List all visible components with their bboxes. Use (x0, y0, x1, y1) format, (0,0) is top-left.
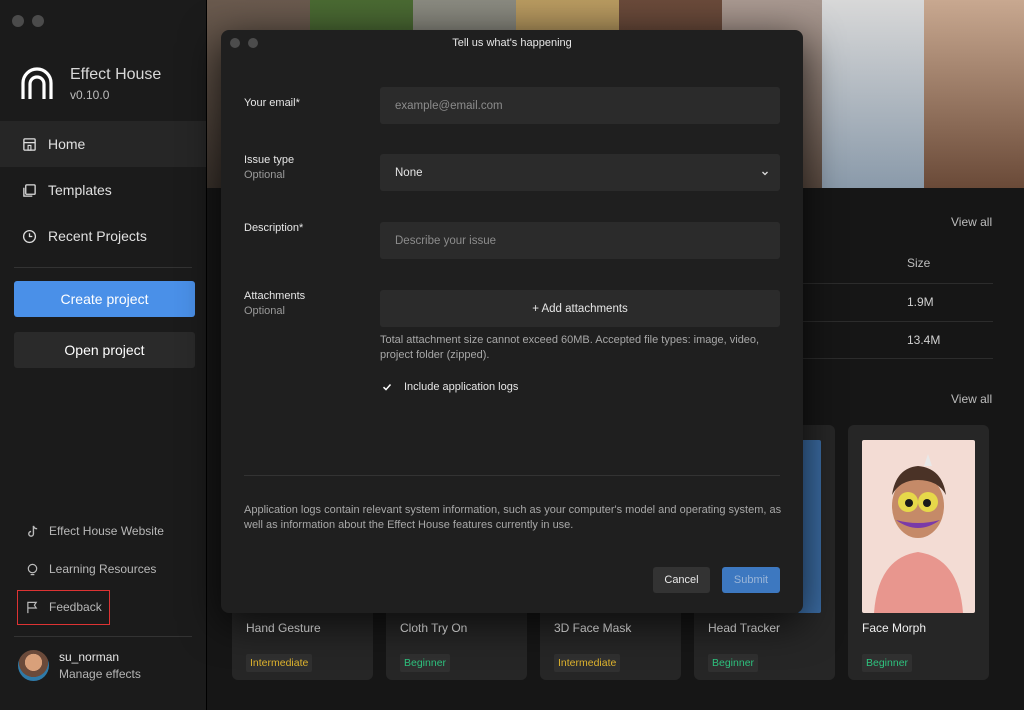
email-field[interactable]: example@email.com (380, 87, 780, 124)
view-all-link[interactable]: View all (951, 392, 992, 406)
template-title: 3D Face Mask (554, 621, 632, 635)
optional-text: Optional (244, 305, 285, 317)
user-profile[interactable]: su_norman Manage effects (18, 650, 141, 681)
template-title: Cloth Try On (400, 621, 468, 635)
row-divider (797, 358, 993, 359)
checkmark-icon[interactable] (380, 380, 394, 394)
issue-type-label-text: Issue type (244, 154, 295, 166)
optional-text: Optional (244, 169, 285, 181)
attachment-hint: Total attachment size cannot exceed 60MB… (380, 334, 760, 361)
link-label: Effect House Website (49, 524, 164, 538)
file-size: 13.4M (907, 333, 941, 347)
brand: Effect House v0.10.0 (20, 66, 161, 102)
avatar (18, 650, 49, 681)
banner-image (924, 0, 1024, 188)
difficulty-badge: Intermediate (554, 654, 621, 672)
difficulty-badge: Beginner (708, 654, 759, 672)
open-project-button[interactable]: Open project (14, 332, 195, 368)
sidebar-item-label: Templates (48, 182, 112, 198)
create-project-button[interactable]: Create project (14, 281, 195, 317)
effect-house-website-link[interactable]: Effect House Website (26, 524, 164, 538)
logs-info-note: Application logs contain relevant system… (244, 504, 782, 531)
user-name: su_norman (59, 650, 120, 664)
tiktok-icon (28, 525, 38, 537)
dialog-title: Tell us what's happening (452, 37, 572, 49)
feedback-dialog: Tell us what's happening Your email* exa… (221, 30, 803, 613)
sidebar-item-label: Home (48, 136, 86, 152)
home-icon (23, 137, 36, 151)
row-divider (797, 321, 993, 322)
sidebar-item-label: Recent Projects (48, 228, 147, 244)
attachments-label-text: Attachments (244, 290, 306, 302)
issue-type-value: None (395, 166, 423, 179)
learning-resources-link[interactable]: Learning Resources (26, 562, 156, 576)
attachments-label: Attachments Optional (244, 290, 305, 317)
clock-icon (22, 229, 37, 243)
minimize-window-button[interactable] (32, 15, 44, 27)
description-field[interactable]: Describe your issue (380, 222, 780, 259)
include-logs-checkbox[interactable]: Include application logs (380, 380, 518, 394)
sidebar-item-home[interactable]: Home (0, 121, 206, 167)
template-title: Hand Gesture (246, 621, 321, 635)
template-title: Face Morph (862, 621, 927, 635)
window-controls (12, 15, 44, 27)
template-card[interactable]: Face Morph Beginner (848, 425, 989, 680)
row-divider (797, 283, 993, 284)
templates-icon (23, 183, 36, 197)
issue-type-select[interactable]: None (380, 154, 780, 191)
close-window-button[interactable] (12, 15, 24, 27)
size-column-header: Size (907, 256, 931, 270)
effect-house-logo-icon (21, 67, 53, 99)
description-label-text: Description* (244, 222, 304, 234)
view-all-link[interactable]: View all (951, 215, 992, 229)
sidebar-item-recent-projects[interactable]: Recent Projects (0, 213, 206, 259)
dialog-divider (244, 475, 780, 476)
link-label: Learning Resources (49, 562, 157, 576)
template-title: Head Tracker (708, 621, 781, 635)
banner-image (822, 0, 924, 188)
submit-button[interactable]: Submit (722, 567, 780, 593)
email-label-text: Your email* (244, 97, 300, 109)
difficulty-badge: Intermediate (246, 654, 313, 672)
issue-type-label: Issue type Optional (244, 154, 294, 181)
sidebar-item-templates[interactable]: Templates (0, 167, 206, 213)
lightbulb-icon (27, 563, 38, 575)
sidebar-nav: Home Templates Recent Projects (0, 121, 206, 259)
difficulty-badge: Beginner (862, 654, 913, 672)
feedback-highlight-box (17, 590, 110, 625)
sidebar: Effect House v0.10.0 Home Templates Rece… (0, 0, 207, 710)
file-size: 1.9M (907, 295, 934, 309)
difficulty-badge: Beginner (400, 654, 451, 672)
include-logs-label: Include application logs (404, 381, 519, 393)
sidebar-divider (14, 267, 192, 268)
cancel-button[interactable]: Cancel (653, 567, 710, 593)
app-version: v0.10.0 (70, 88, 110, 102)
chevron-down-icon (762, 171, 768, 175)
email-label: Your email* (244, 97, 300, 109)
add-attachments-button[interactable]: + Add attachments (380, 290, 780, 327)
template-thumbnail (862, 440, 975, 613)
app-name: Effect House (70, 66, 162, 83)
sidebar-divider (14, 636, 192, 637)
description-label: Description* (244, 222, 303, 234)
manage-effects-link[interactable]: Manage effects (59, 667, 141, 681)
